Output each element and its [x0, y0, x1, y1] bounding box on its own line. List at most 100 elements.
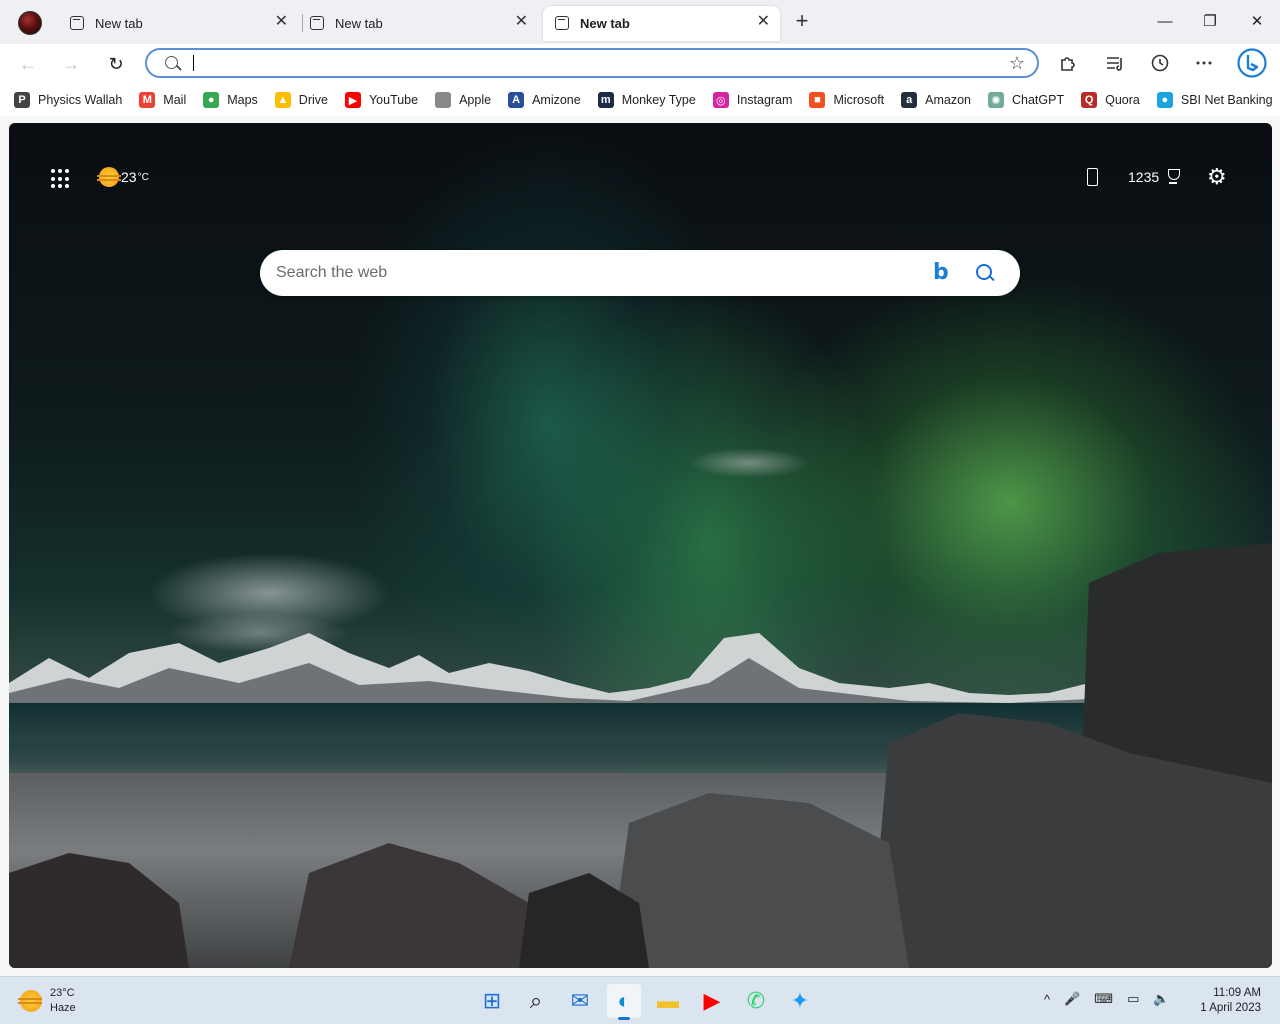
bookmark-item[interactable]: ▶ YouTube — [344, 92, 419, 108]
youtube-icon: ▶ — [344, 92, 361, 108]
address-bar[interactable]: ☆ — [145, 48, 1039, 78]
bookmark-item[interactable]: m Monkey Type — [597, 92, 696, 108]
weather-temperature: 23 — [121, 169, 137, 185]
web-search-input[interactable] — [276, 262, 916, 284]
close-tab-icon[interactable]: ✕ — [515, 14, 528, 30]
history-icon[interactable] — [1149, 52, 1171, 74]
tab-2[interactable]: New tab ✕ — [298, 6, 538, 40]
search-icon — [165, 56, 178, 69]
forward-button[interactable]: → — [59, 52, 83, 76]
navigation-toolbar: ← → ↻ ☆ — [0, 44, 1280, 84]
maps-icon: ● — [203, 92, 220, 108]
new-tab-page-icon — [310, 16, 324, 30]
bookmark-label: Instagram — [736, 93, 793, 107]
taskbar-app-whatsapp[interactable]: ✆ — [739, 984, 773, 1018]
network-icon[interactable]: ▭ — [1127, 991, 1139, 1007]
bookmark-item[interactable]: ◎ Instagram — [712, 92, 793, 108]
youtube-icon: ▶ — [703, 988, 721, 1013]
page-settings-icon[interactable]: ⚙ — [1207, 165, 1227, 189]
start-icon: ⊞ — [482, 988, 502, 1013]
back-button[interactable]: ← — [16, 52, 40, 76]
favorites-bar: P Physics Wallah M Mail ● Maps ▲ Drive ▶ YouTube A… — [0, 84, 1280, 116]
taskbar-app-youtube[interactable]: ▶ — [695, 984, 729, 1018]
bing-chat-icon[interactable] — [1236, 47, 1268, 79]
bookmark-item[interactable]: M Mail — [139, 92, 186, 108]
new-tab-button[interactable]: + — [791, 10, 813, 33]
rewards-points: 1235 — [1128, 169, 1160, 185]
taskbar-app-search[interactable]: ⌕ — [519, 984, 553, 1018]
tab-title: New tab — [335, 16, 383, 31]
taskbar-weather-desc: Haze — [50, 1002, 76, 1014]
taskbar-temperature: 23°C — [50, 987, 75, 999]
microsoft-icon: ■ — [809, 92, 826, 108]
bookmark-item[interactable]: ■ Microsoft — [809, 92, 884, 108]
bookmark-item[interactable]: ✺ ChatGPT — [988, 92, 1064, 108]
bookmark-item[interactable]: A Amizone — [508, 92, 581, 108]
apps-launcher-button[interactable] — [51, 169, 71, 189]
collections-icon[interactable] — [1104, 52, 1126, 74]
tab-1[interactable]: New tab ✕ — [58, 6, 298, 40]
taskbar-app-mail[interactable]: ✉ — [563, 984, 597, 1018]
keyboard-icon[interactable]: ⌨ — [1094, 991, 1113, 1007]
taskbar-app-start[interactable]: ⊞ — [475, 984, 509, 1018]
taskbar-weather[interactable]: 23°C Haze — [18, 986, 76, 1016]
bookmark-label: YouTube — [368, 93, 419, 107]
bookmark-item[interactable]: ● SBI Net Banking — [1156, 92, 1273, 108]
trophy-icon — [1165, 169, 1181, 185]
bookmark-item[interactable]: ● Maps — [203, 92, 258, 108]
bookmark-label: Mail — [163, 93, 187, 107]
weather-widget[interactable]: 23 °C — [97, 167, 149, 187]
address-input[interactable] — [197, 53, 977, 73]
tab-title: New tab — [580, 16, 630, 31]
bookmark-item[interactable]: ▲ Drive — [274, 92, 328, 108]
tab-title: New tab — [95, 16, 143, 31]
search-icon: ⌕ — [529, 988, 543, 1013]
tab-3-active[interactable]: New tab ✕ — [543, 6, 780, 41]
taskbar-app-twitter[interactable]: ✦ — [783, 984, 817, 1018]
chevron-up-icon[interactable]: ^ — [1044, 992, 1050, 1007]
maximize-button[interactable]: ❐ — [1200, 12, 1220, 32]
mobile-phone-icon[interactable] — [1087, 168, 1098, 186]
bookmark-label: Amizone — [532, 93, 581, 107]
more-icon[interactable] — [1193, 52, 1215, 74]
bookmark-label: Apple — [459, 93, 492, 107]
search-icon[interactable] — [974, 262, 996, 284]
bookmark-item[interactable]: P Physics Wallah — [14, 92, 122, 108]
close-tab-icon[interactable]: ✕ — [275, 14, 288, 30]
amizone-icon: A — [508, 92, 525, 108]
new-tab-page-icon — [70, 16, 84, 30]
sbi-icon: ● — [1156, 92, 1173, 108]
weather-unit: °C — [137, 171, 149, 183]
bookmark-label: Quora — [1105, 93, 1140, 107]
bookmark-label: Amazon — [925, 93, 971, 107]
reload-button[interactable]: ↻ — [104, 52, 128, 76]
new-tab-page-icon — [555, 16, 569, 30]
bing-logo-icon[interactable]: b — [933, 261, 949, 285]
taskbar-app-edge[interactable]: ◐ — [607, 984, 641, 1020]
extensions-icon[interactable] — [1057, 52, 1079, 74]
quora-icon: Q — [1081, 92, 1098, 108]
bookmark-item[interactable]: Q Quora — [1081, 92, 1140, 108]
edge-icon: ◐ — [617, 988, 631, 1013]
mail-icon: ✉ — [570, 988, 590, 1013]
favorites-add-icon[interactable]: ☆ — [1009, 53, 1025, 73]
bookmark-item[interactable]: Apple — [435, 92, 491, 108]
monkeytype-icon: m — [597, 92, 614, 108]
bookmark-label: Maps — [227, 93, 258, 107]
file-explorer-icon: ▬ — [657, 988, 679, 1013]
taskbar-app-file-explorer[interactable]: ▬ — [651, 984, 685, 1018]
whatsapp-icon: ✆ — [746, 988, 766, 1013]
new-tab-page: 23°C 1235 ⚙ b — [9, 123, 1272, 968]
background-rocks — [9, 543, 1272, 968]
rewards-widget[interactable]: 1235 — [1128, 169, 1181, 185]
bookmark-item[interactable]: a Amazon — [901, 92, 971, 108]
minimize-button[interactable]: — — [1155, 12, 1175, 32]
instagram-icon: ◎ — [712, 92, 729, 108]
volume-icon[interactable]: 🔈 — [1153, 991, 1169, 1007]
taskbar-clock[interactable]: 11:09 AM 1 April 2023 — [1200, 986, 1261, 1016]
close-window-button[interactable]: ✕ — [1247, 12, 1267, 32]
close-tab-icon[interactable]: ✕ — [757, 14, 770, 30]
web-search-box[interactable]: b — [260, 250, 1020, 296]
profile-avatar[interactable] — [18, 11, 42, 35]
microphone-icon[interactable]: 🎤 — [1064, 991, 1080, 1007]
